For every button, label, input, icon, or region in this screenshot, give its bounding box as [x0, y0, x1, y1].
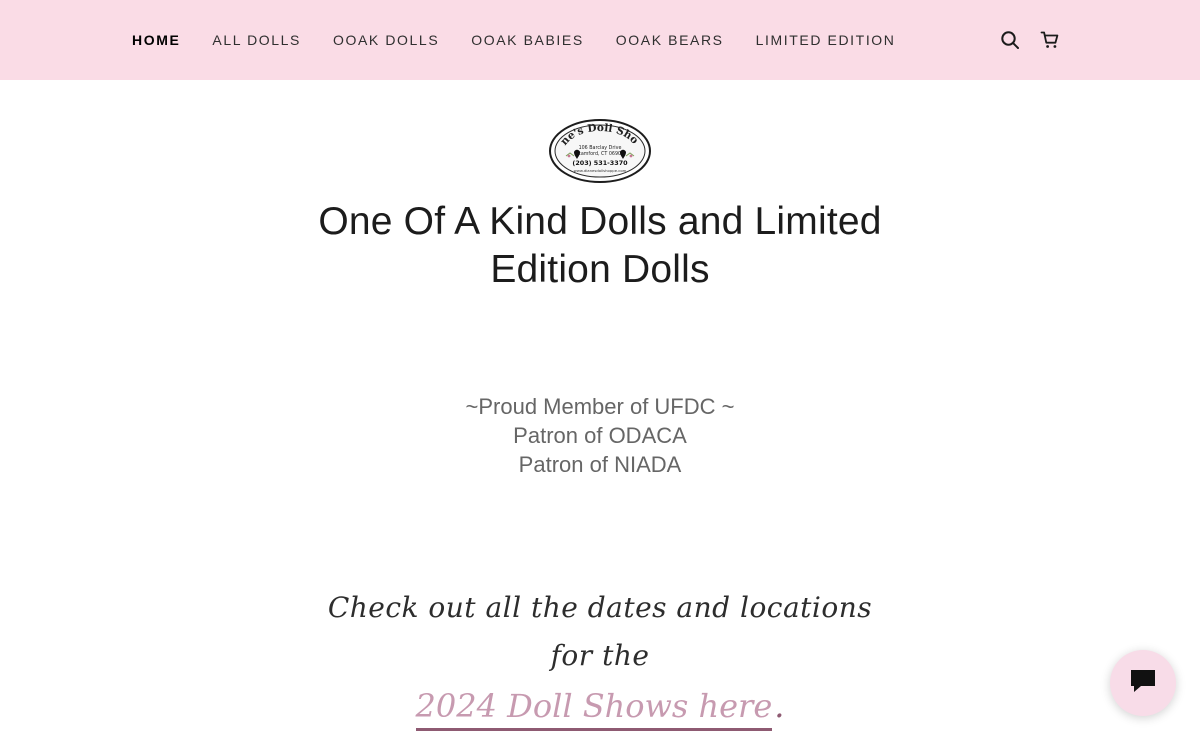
membership-ufdc: ~Proud Member of UFDC ~: [465, 394, 735, 419]
nav-all-dolls-link[interactable]: ALL DOLLS: [212, 32, 301, 48]
membership-text: ~Proud Member of UFDC ~ Patron of ODACA …: [360, 392, 840, 479]
logo-phone: (203) 531-3370: [572, 159, 628, 167]
search-icon[interactable]: [1000, 30, 1020, 50]
nav-ooak-bears-link[interactable]: OOAK BEARS: [616, 32, 724, 48]
logo-address-line2: Stamford, CT 06903: [576, 151, 624, 157]
membership-niada: Patron of NIADA: [518, 452, 682, 477]
doll-shows-promo: Check out all the dates and locations fo…: [320, 584, 880, 731]
promo-punctuation: .: [774, 687, 785, 725]
cart-icon[interactable]: [1040, 30, 1060, 50]
logo-website: www.dianesdollshoppe.com: [574, 168, 627, 173]
chat-button[interactable]: [1110, 650, 1176, 716]
header-actions: [1000, 0, 1060, 80]
hero-headline-line-2: Edition Dolls: [490, 248, 710, 291]
nav-limited-edition-link[interactable]: LIMITED EDITION: [756, 32, 896, 48]
nav-home-link[interactable]: HOME: [132, 32, 180, 48]
nav-ooak-babies-link[interactable]: OOAK BABIES: [471, 32, 584, 48]
membership-odaca: Patron of ODACA: [513, 423, 687, 448]
doll-shows-link[interactable]: 2024 Doll Shows here: [415, 684, 773, 731]
primary-nav: HOME ALL DOLLS OOAK DOLLS OOAK BABIES OO…: [132, 0, 896, 80]
nav-ooak-dolls-link[interactable]: OOAK DOLLS: [333, 32, 439, 48]
chat-icon: [1128, 667, 1158, 699]
page: HOME ALL DOLLS OOAK DOLLS OOAK BABIES OO…: [0, 0, 1200, 740]
hero-headline-line-1: One Of A Kind Dolls and Limited: [318, 200, 882, 243]
logo-address-line1: 106 Barclay Drive: [579, 145, 622, 151]
hero-headline: One Of A Kind Dolls and Limited Edition …: [300, 198, 900, 294]
store-logo[interactable]: Diane's Doll Shoppe 106 Barclay Drive St…: [543, 109, 652, 184]
site-header: HOME ALL DOLLS OOAK DOLLS OOAK BABIES OO…: [0, 0, 1200, 80]
doll-shows-promo-text: Check out all the dates and locations fo…: [327, 591, 873, 672]
